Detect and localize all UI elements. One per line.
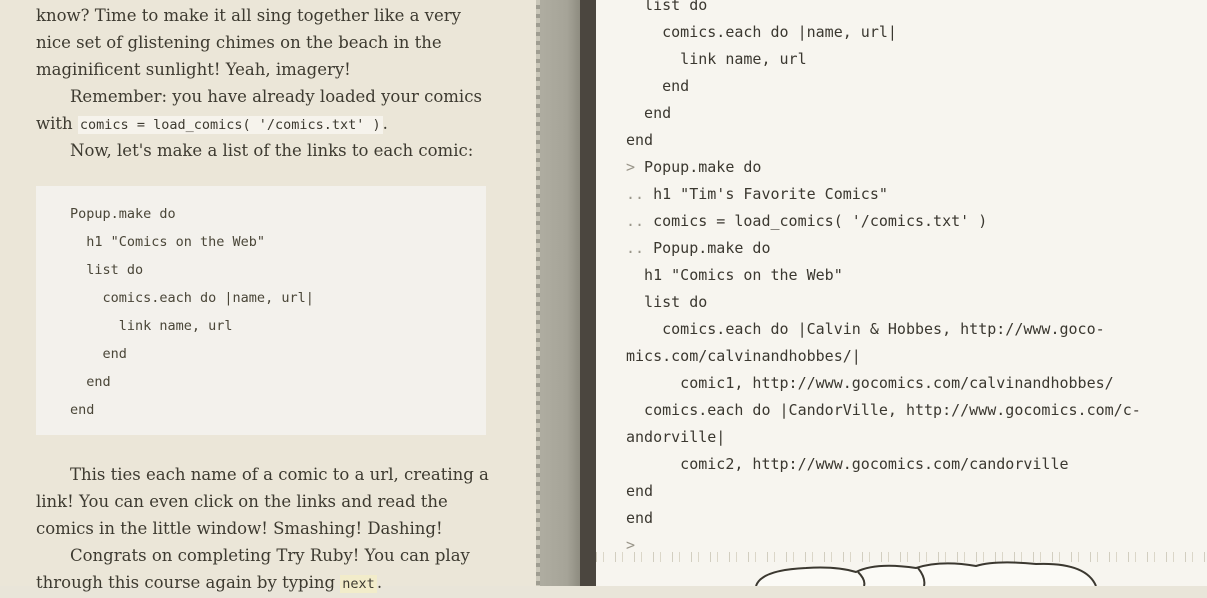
code-line: list do	[70, 262, 144, 278]
console-prompt: ..	[626, 212, 645, 230]
tutorial-paragraph-2: Remember: you have already loaded your c…	[36, 87, 482, 134]
console-line: mics.com/calvinandhobbes/|	[626, 347, 861, 365]
console-line: comics.each do |Calvin & Hobbes, http://…	[626, 320, 1105, 338]
code-line: end	[70, 374, 111, 390]
console-line: comic2, http://www.gocomics.com/candorvi…	[626, 455, 1069, 473]
cloud-decoration	[755, 561, 1097, 586]
console-line: end	[626, 131, 654, 149]
console-border	[580, 0, 596, 586]
console-line: link name, url	[626, 50, 807, 68]
console-prompt: ..	[626, 185, 645, 203]
code-line: Popup.make do	[70, 206, 176, 222]
console-line: comics.each do |name, url|	[626, 23, 897, 41]
tutorial-paragraph-3: Now, let's make a list of the links to e…	[70, 141, 474, 160]
tutorial-paragraph-4: This ties each name of a comic to a url,…	[36, 465, 489, 538]
console-line: comic1, http://www.gocomics.com/calvinan…	[626, 374, 1114, 392]
console-line: .. Popup.make do	[626, 239, 771, 257]
tutorial-paragraph-5: Congrats on completing Try Ruby! You can…	[36, 546, 470, 593]
tutorial-paragraph-1: know? Time to make it all sing together …	[36, 6, 461, 79]
console-line: comics.each do |CandorVille, http://www.…	[626, 401, 1141, 419]
console-line: .. h1 "Tim's Favorite Comics"	[626, 185, 888, 203]
pane-divider[interactable]	[536, 0, 580, 586]
console-line: list do	[626, 0, 708, 14]
console-line: end	[626, 482, 654, 500]
console-line: h1 "Comics on the Web"	[626, 266, 843, 284]
code-example-block[interactable]: Popup.make do h1 "Comics on the Web" lis…	[36, 186, 486, 435]
divider-torn-edge	[536, 0, 540, 586]
console-line: end	[626, 104, 672, 122]
code-line: end	[70, 346, 127, 362]
console-line: list do	[626, 293, 708, 311]
console-line: .. comics = load_comics( '/comics.txt' )	[626, 212, 988, 230]
inline-code-load-comics: comics = load_comics( '/comics.txt' )	[77, 116, 383, 134]
code-line: h1 "Comics on the Web"	[70, 234, 266, 250]
console-line: andorville|	[626, 428, 726, 446]
console-line: > Popup.make do	[626, 158, 762, 176]
code-line: link name, url	[70, 318, 233, 334]
console-pane[interactable]: list do comics.each do |name, url| link …	[596, 0, 1207, 586]
console-line: end	[626, 77, 690, 95]
console-prompt: ..	[626, 239, 645, 257]
code-line: comics.each do |name, url|	[70, 290, 314, 306]
tutorial-pane: know? Time to make it all sing together …	[0, 0, 536, 593]
console-line: end	[626, 509, 654, 527]
code-line: end	[70, 402, 95, 418]
console-prompt: >	[626, 158, 636, 176]
inline-code-next[interactable]: next	[340, 575, 377, 593]
